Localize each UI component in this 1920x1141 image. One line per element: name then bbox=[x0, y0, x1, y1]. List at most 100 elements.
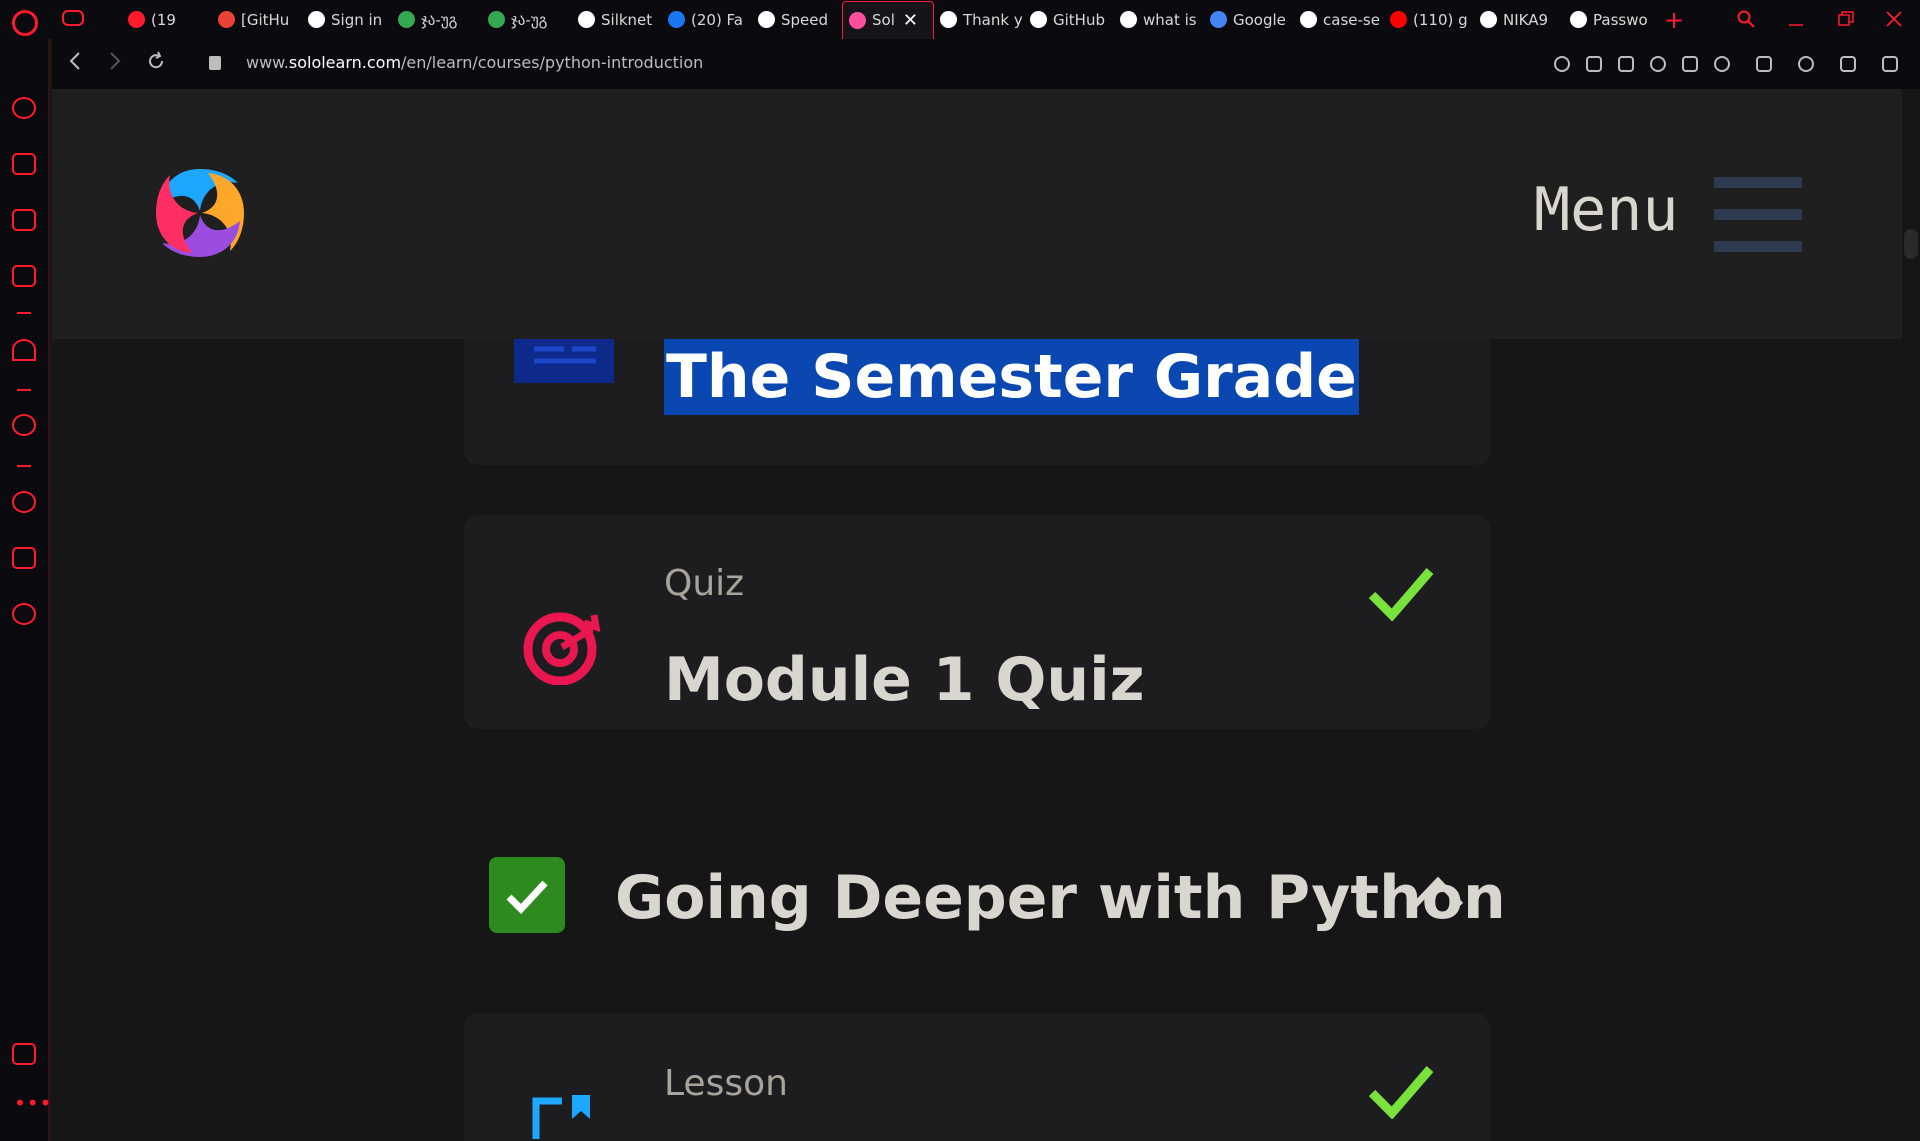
heart-icon[interactable] bbox=[1714, 56, 1730, 72]
tab-label: Sign in bbox=[331, 10, 383, 29]
profile-icon[interactable] bbox=[1798, 56, 1814, 72]
section-complete-check-icon bbox=[489, 857, 565, 933]
cpu-icon[interactable] bbox=[12, 265, 36, 287]
browser-tab[interactable]: Silknet bbox=[572, 1, 662, 39]
tab-bar: (19 [GitHu Sign in ჯა-უგ ჯა-უგ Silknet (20) Fa… bbox=[0, 0, 1920, 39]
settings-gear-icon[interactable] bbox=[12, 603, 36, 625]
browser-tab[interactable]: (110) g bbox=[1384, 1, 1474, 39]
gallery-icon[interactable] bbox=[12, 1043, 36, 1065]
completed-check-icon bbox=[1368, 568, 1434, 621]
lesson-book-icon bbox=[532, 1095, 590, 1139]
tab-label: [GitHu bbox=[241, 10, 290, 29]
url-field[interactable]: www.sololearn.com/en/learn/courses/pytho… bbox=[246, 53, 703, 72]
close-window-icon[interactable] bbox=[1874, 4, 1914, 34]
bag-icon[interactable] bbox=[12, 153, 36, 175]
speedometer-icon[interactable] bbox=[12, 97, 36, 119]
github-icon bbox=[1030, 11, 1047, 28]
browser-tab[interactable]: NIKA9 bbox=[1474, 1, 1564, 39]
section-title: Going Deeper with Python bbox=[615, 863, 1506, 933]
sololearn-logo-icon[interactable] bbox=[148, 161, 252, 265]
globe-icon bbox=[940, 11, 957, 28]
tab-label: ჯა-უგ bbox=[421, 10, 458, 29]
tab-label: Silknet bbox=[601, 10, 653, 29]
edit-icon[interactable] bbox=[1586, 56, 1602, 72]
browser-tab[interactable]: [GitHu bbox=[212, 1, 302, 39]
browser-tab[interactable]: Thank y bbox=[934, 1, 1024, 39]
tab-label: Google bbox=[1233, 10, 1286, 29]
gx-control-icon[interactable] bbox=[62, 10, 84, 26]
history-icon[interactable] bbox=[12, 491, 36, 513]
browser-tab[interactable]: case-se bbox=[1294, 1, 1384, 39]
browser-tab[interactable]: ჯა-უგ bbox=[482, 1, 572, 39]
tab-label: ჯა-უგ bbox=[511, 10, 548, 29]
lock-icon[interactable] bbox=[209, 56, 221, 70]
lesson-title-selected: The Semester Grade bbox=[664, 339, 1359, 415]
reload-icon[interactable] bbox=[146, 51, 166, 76]
browser-tab[interactable]: GitHub bbox=[1024, 1, 1114, 39]
hamburger-menu-icon[interactable] bbox=[1714, 177, 1802, 253]
tab-label: what is bbox=[1143, 10, 1197, 29]
browser-tab[interactable]: Passwo bbox=[1564, 1, 1654, 39]
browser-tab[interactable]: what is bbox=[1114, 1, 1204, 39]
opera-logo-icon[interactable] bbox=[12, 10, 38, 36]
restore-icon[interactable] bbox=[1826, 4, 1866, 34]
chevron-up-icon[interactable] bbox=[1411, 873, 1465, 909]
sidebar-divider bbox=[17, 312, 31, 314]
tab-search-icon[interactable] bbox=[1726, 4, 1766, 34]
sololearn-icon bbox=[849, 11, 866, 29]
download-icon[interactable] bbox=[1840, 56, 1856, 72]
tab-label: GitHub bbox=[1053, 10, 1105, 29]
youtube-icon bbox=[1390, 11, 1407, 28]
globe-icon bbox=[1570, 11, 1587, 28]
sololearn-page: The Semester Grade Menu Quiz Module 1 Qu… bbox=[52, 89, 1920, 1141]
lesson-card[interactable] bbox=[464, 1013, 1490, 1141]
twitch-icon[interactable] bbox=[12, 209, 36, 231]
speaker-icon bbox=[128, 11, 145, 28]
zoom-icon[interactable] bbox=[1554, 56, 1570, 72]
tab-label: Sol bbox=[872, 11, 895, 29]
tab-label: (110) g bbox=[1413, 10, 1468, 29]
browser-tab[interactable]: Google bbox=[1204, 1, 1294, 39]
tab-label: Thank y bbox=[963, 10, 1023, 29]
menu-label[interactable]: Menu bbox=[1534, 175, 1679, 245]
gmail-icon bbox=[218, 11, 235, 28]
minimize-icon[interactable] bbox=[1776, 4, 1816, 34]
easy-setup-icon[interactable] bbox=[1882, 56, 1898, 72]
quiz-type-label: Quiz bbox=[664, 563, 745, 604]
tab-label: case-se bbox=[1323, 10, 1380, 29]
google-icon bbox=[1120, 11, 1137, 28]
adblock-icon[interactable] bbox=[1650, 56, 1666, 72]
extensions-cube-icon[interactable] bbox=[1756, 56, 1772, 72]
google-drive-icon bbox=[488, 11, 505, 28]
browser-tab[interactable]: Sol ✕ bbox=[842, 0, 934, 39]
aria-icon[interactable] bbox=[12, 339, 36, 361]
player-icon[interactable] bbox=[12, 414, 36, 436]
more-icon[interactable]: ••• bbox=[14, 1091, 52, 1115]
browser-tab[interactable]: Sign in bbox=[302, 1, 392, 39]
tab-label: (20) Fa bbox=[691, 10, 744, 29]
completed-check-icon bbox=[1368, 1066, 1434, 1119]
google-icon bbox=[1300, 11, 1317, 28]
send-icon[interactable] bbox=[1682, 56, 1698, 72]
browser-tab[interactable]: Speed bbox=[752, 1, 842, 39]
browser-tab[interactable]: ჯა-უგ bbox=[392, 1, 482, 39]
quiz-title: Module 1 Quiz bbox=[664, 645, 1145, 715]
browser-sidebar: ••• bbox=[0, 39, 52, 1141]
lesson-type-label: Lesson bbox=[664, 1063, 788, 1104]
module-section-header[interactable]: Going Deeper with Python bbox=[489, 857, 1506, 937]
speed-dial-icon bbox=[758, 11, 775, 28]
forward-icon[interactable] bbox=[108, 51, 122, 76]
browser-tab[interactable]: (20) Fa bbox=[662, 1, 752, 39]
scrollbar-thumb[interactable] bbox=[1904, 229, 1918, 259]
address-bar: www.sololearn.com/en/learn/courses/pytho… bbox=[52, 39, 1920, 89]
tab-strip: (19 [GitHu Sign in ჯა-უგ ჯა-უგ Silknet (20) Fa… bbox=[122, 0, 1684, 39]
lesson-icon bbox=[514, 339, 614, 383]
tab-label: (19 bbox=[151, 10, 176, 29]
close-tab-icon[interactable]: ✕ bbox=[903, 10, 918, 31]
google-drive-icon bbox=[398, 11, 415, 28]
cube-icon[interactable] bbox=[12, 547, 36, 569]
browser-tab[interactable]: (19 bbox=[122, 1, 212, 39]
camera-icon[interactable] bbox=[1618, 56, 1634, 72]
back-icon[interactable] bbox=[68, 51, 82, 76]
new-tab-icon[interactable]: + bbox=[1664, 6, 1684, 34]
